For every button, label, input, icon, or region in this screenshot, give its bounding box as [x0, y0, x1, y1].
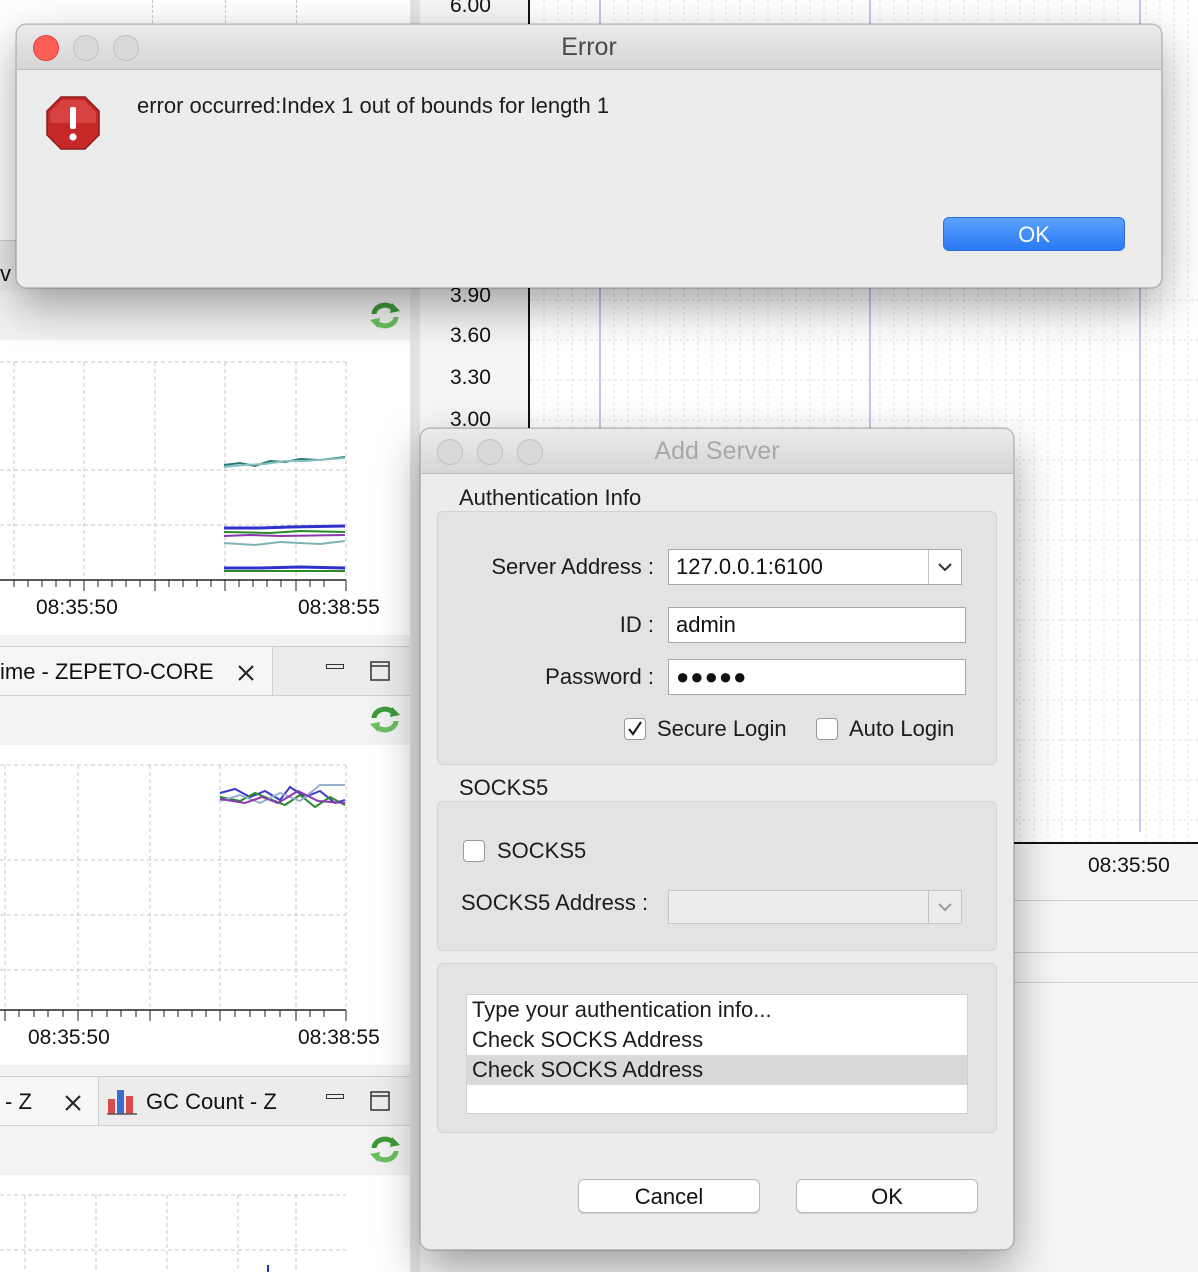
secure-login-label[interactable]: Secure Login — [657, 716, 787, 742]
server-address-label: Server Address : — [491, 554, 654, 579]
chevron-down-icon[interactable] — [928, 550, 961, 584]
checkmark-icon — [628, 721, 642, 736]
refresh-icon[interactable] — [368, 300, 402, 330]
chevron-down-icon[interactable] — [928, 891, 961, 923]
tab-close-icon[interactable] — [63, 1093, 83, 1113]
auth-section-title: Authentication Info — [459, 485, 642, 510]
socks5-checkbox-label[interactable]: SOCKS5 — [497, 838, 586, 864]
secure-login-checkbox[interactable] — [624, 718, 646, 740]
tab-row-2: - Z GC Count - Z — [0, 1076, 410, 1126]
chart2-x-label-start: 08:35:50 — [28, 1026, 110, 1049]
y-axis-label-6-00: 6.00 — [450, 0, 491, 17]
tab-z[interactable]: - Z — [0, 1077, 99, 1125]
error-dialog: Error error occurred:Index 1 out of boun… — [16, 24, 1162, 288]
ok-button[interactable]: OK — [796, 1179, 978, 1213]
refresh-icon[interactable] — [368, 704, 402, 734]
right-x-label: 08:35:50 — [1088, 854, 1170, 877]
tab-row-1: ime - ZEPETO-CORE — [0, 646, 410, 696]
tab-title: ime - ZEPETO-CORE — [0, 659, 214, 684]
error-message: error occurred:Index 1 out of bounds for… — [137, 93, 610, 118]
chart-2: 08:35:50 08:38:55 — [0, 745, 410, 1065]
bar-chart-icon — [107, 1090, 137, 1115]
refresh-icon[interactable] — [368, 1134, 402, 1164]
auto-login-checkbox[interactable] — [816, 718, 838, 740]
chart2-x-label-end: 08:38:55 — [298, 1026, 380, 1049]
message-group: Type your authentication info... Check S… — [437, 963, 997, 1133]
chart-3 — [0, 1175, 410, 1272]
chart-1: 08:35:50 08:38:55 — [0, 340, 410, 635]
password-label: Password : — [545, 664, 654, 689]
error-dialog-title: Error — [561, 33, 617, 61]
alert-stop-icon — [46, 96, 100, 150]
maximize-icon[interactable] — [370, 661, 390, 681]
y-axis-label-3-30: 3.30 — [450, 366, 491, 389]
password-field[interactable]: ●●●●● — [668, 659, 966, 695]
message-item-selected[interactable]: Check SOCKS Address — [467, 1055, 967, 1085]
socks5-address-combobox[interactable] — [668, 890, 962, 924]
id-field[interactable]: admin — [668, 607, 966, 643]
socks-section-title: SOCKS5 — [459, 775, 549, 800]
message-item[interactable]: Check SOCKS Address — [467, 1025, 967, 1055]
add-server-title: Add Server — [654, 437, 780, 465]
maximize-icon[interactable] — [370, 1091, 390, 1111]
chart1-x-label-start: 08:35:50 — [36, 596, 118, 619]
auth-group: Server Address : 127.0.0.1:6100 ID : adm… — [437, 511, 997, 765]
cancel-button[interactable]: Cancel — [578, 1179, 760, 1213]
y-axis-label-3-60: 3.60 — [450, 324, 491, 347]
error-dialog-titlebar[interactable]: Error — [17, 25, 1161, 70]
tab-title: - Z — [5, 1089, 32, 1114]
message-list[interactable]: Type your authentication info... Check S… — [466, 994, 968, 1114]
tab-gc-count[interactable]: GC Count - Z — [100, 1077, 300, 1125]
add-server-dialog: Add Server Authentication Info Server Ad… — [420, 428, 1014, 1250]
chart1-x-label-end: 08:38:55 — [298, 596, 380, 619]
partial-tab-text: v — [0, 261, 11, 286]
tab-close-icon[interactable] — [236, 663, 256, 683]
tab-title: GC Count - Z — [146, 1089, 277, 1114]
socks5-checkbox[interactable] — [463, 840, 485, 862]
socks5-address-label: SOCKS5 Address : — [461, 890, 649, 915]
minimize-icon[interactable] — [326, 661, 344, 675]
message-item[interactable]: Type your authentication info... — [467, 995, 967, 1025]
server-address-combobox[interactable]: 127.0.0.1:6100 — [668, 549, 962, 585]
add-server-titlebar[interactable]: Add Server — [421, 429, 1013, 474]
tab-zepeto-core[interactable]: ime - ZEPETO-CORE — [0, 647, 273, 695]
socks-group: SOCKS5 SOCKS5 Address : — [437, 801, 997, 951]
minimize-icon[interactable] — [326, 1091, 344, 1105]
id-label: ID : — [619, 612, 654, 637]
server-address-value: 127.0.0.1:6100 — [676, 554, 823, 579]
auto-login-label[interactable]: Auto Login — [849, 716, 954, 742]
error-ok-button[interactable]: OK — [943, 217, 1125, 251]
